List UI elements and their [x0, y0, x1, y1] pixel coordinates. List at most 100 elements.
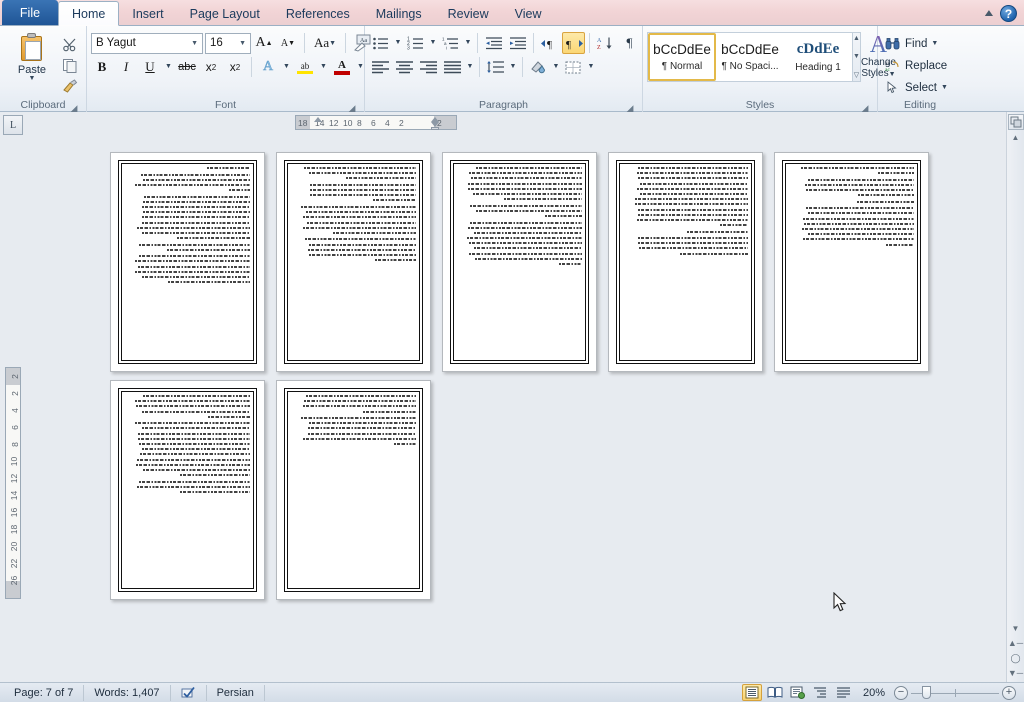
tab-review[interactable]: Review	[435, 3, 502, 25]
align-center-button[interactable]	[393, 56, 416, 78]
language-indicator[interactable]: Persian	[207, 684, 265, 701]
multilevel-list-button[interactable]: 1ai	[439, 32, 462, 54]
document-canvas[interactable]	[25, 134, 1006, 682]
bullets-dropdown[interactable]: ▼	[393, 32, 403, 54]
justify-dropdown[interactable]: ▼	[465, 56, 475, 78]
align-left-button[interactable]	[369, 56, 392, 78]
line-spacing-button[interactable]	[484, 56, 507, 78]
font-color-button[interactable]: A	[331, 56, 353, 78]
tab-page-layout[interactable]: Page Layout	[177, 3, 273, 25]
highlight-dropdown[interactable]: ▼	[318, 56, 329, 78]
chevron-down-icon[interactable]: ▼	[430, 39, 437, 46]
web-layout-view-button[interactable]	[788, 684, 808, 701]
vertical-ruler[interactable]: 2 2 4 6 8 10 12 14 16 18 20 22 26	[5, 367, 21, 599]
page-indicator[interactable]: Page: 7 of 7	[4, 684, 85, 701]
horizontal-ruler[interactable]: 18 14 12 10 8 6 4 2 2	[295, 115, 457, 130]
page-thumbnail[interactable]	[276, 152, 431, 372]
scroll-down-icon[interactable]: ▼	[853, 53, 860, 60]
multilevel-dropdown[interactable]: ▼	[463, 32, 473, 54]
numbering-button[interactable]: 123	[404, 32, 427, 54]
scroll-track[interactable]	[1008, 145, 1024, 621]
chevron-down-icon[interactable]: ▼	[510, 63, 517, 70]
chevron-down-icon[interactable]: ▼	[465, 39, 472, 46]
zoom-out-button[interactable]: −	[894, 685, 908, 700]
italic-button[interactable]: I	[115, 56, 137, 78]
superscript-button[interactable]: x2	[224, 56, 246, 78]
styles-dialog-launcher-icon[interactable]: ◢	[860, 101, 870, 113]
show-formatting-marks-button[interactable]: ¶	[618, 32, 641, 54]
style-normal[interactable]: bCcDdEe ¶ Normal	[648, 33, 716, 81]
copy-icon[interactable]	[60, 56, 80, 74]
change-case-button[interactable]: Aa ▼	[310, 32, 340, 54]
tab-references[interactable]: References	[273, 3, 363, 25]
chevron-down-icon[interactable]: ▼	[395, 39, 402, 46]
zoom-in-button[interactable]: +	[1002, 685, 1016, 700]
find-button[interactable]: Find ▼	[882, 33, 938, 54]
first-line-indent-marker[interactable]	[314, 117, 322, 122]
tab-insert[interactable]: Insert	[119, 3, 176, 25]
chevron-down-icon[interactable]: ▼	[941, 84, 948, 91]
page-thumbnail[interactable]	[442, 152, 597, 372]
align-right-button[interactable]	[417, 56, 440, 78]
draft-view-button[interactable]	[834, 684, 854, 701]
numbering-dropdown[interactable]: ▼	[428, 32, 438, 54]
clipboard-dialog-launcher-icon[interactable]: ◢	[69, 101, 79, 113]
tab-file[interactable]: File	[2, 0, 58, 25]
chevron-down-icon[interactable]: ▼	[283, 63, 290, 70]
scroll-up-icon[interactable]: ▲	[853, 35, 860, 42]
more-styles-icon[interactable]: ▽	[854, 71, 859, 79]
paste-button[interactable]: Paste ▼	[4, 31, 60, 82]
zoom-slider[interactable]	[911, 686, 999, 700]
tab-home[interactable]: Home	[58, 1, 120, 26]
underline-button[interactable]: U	[139, 56, 161, 78]
scissors-icon[interactable]	[60, 35, 80, 53]
increase-indent-button[interactable]	[506, 32, 529, 54]
left-indent-box[interactable]	[431, 127, 439, 130]
font-dialog-launcher-icon[interactable]: ◢	[347, 101, 357, 113]
underline-dropdown[interactable]: ▼	[163, 56, 174, 78]
sort-button[interactable]: AZ	[594, 32, 617, 54]
chevron-down-icon[interactable]: ▼	[553, 63, 560, 70]
chevron-down-icon[interactable]: ▼	[187, 40, 202, 47]
full-screen-reading-view-button[interactable]	[765, 684, 785, 701]
next-page-icon[interactable]: ▼─	[1008, 666, 1024, 680]
paintbrush-icon[interactable]	[60, 77, 80, 95]
chevron-down-icon[interactable]: ▼	[588, 63, 595, 70]
select-button[interactable]: Select ▼	[882, 77, 948, 98]
decrease-indent-button[interactable]	[482, 32, 505, 54]
shading-button[interactable]	[527, 56, 550, 78]
style-heading-1[interactable]: cDdEe Heading 1	[784, 33, 852, 81]
shrink-font-button[interactable]: A ▼	[277, 32, 299, 54]
page-thumbnail[interactable]	[608, 152, 763, 372]
word-count[interactable]: Words: 1,407	[84, 684, 171, 701]
chevron-down-icon[interactable]: ▼	[329, 40, 336, 47]
tab-mailings[interactable]: Mailings	[363, 3, 435, 25]
scroll-up-arrow[interactable]: ▲	[1008, 130, 1024, 145]
chevron-up-icon[interactable]: ▲	[982, 8, 996, 19]
zoom-slider-thumb[interactable]	[922, 686, 932, 699]
style-no-spacing[interactable]: bCcDdEe ¶ No Spaci...	[716, 33, 784, 81]
zoom-level[interactable]: 20%	[857, 687, 891, 699]
outline-view-button[interactable]	[811, 684, 831, 701]
grow-font-button[interactable]: A ▲	[253, 32, 275, 54]
chevron-down-icon[interactable]: ▼	[357, 63, 364, 70]
chevron-down-icon[interactable]: ▼	[931, 40, 938, 47]
text-effects-button[interactable]: A	[257, 56, 279, 78]
bullets-button[interactable]	[369, 32, 392, 54]
font-size-input[interactable]: 16 ▼	[205, 32, 251, 54]
chevron-down-icon[interactable]: ▼	[320, 63, 327, 70]
chevron-down-icon[interactable]: ▼	[165, 63, 172, 70]
split-window-icon[interactable]	[1007, 114, 1024, 130]
help-icon[interactable]: ?	[1000, 5, 1017, 22]
select-browse-object-icon[interactable]: ◯	[1008, 651, 1024, 665]
previous-page-icon[interactable]: ▲─	[1008, 636, 1024, 650]
page-thumbnail[interactable]	[110, 152, 265, 372]
chevron-down-icon[interactable]: ▼	[467, 63, 474, 70]
borders-button[interactable]	[562, 56, 585, 78]
bold-button[interactable]: B	[91, 56, 113, 78]
shading-dropdown[interactable]: ▼	[551, 56, 561, 78]
chevron-down-icon[interactable]: ▼	[29, 75, 36, 82]
page-thumbnail[interactable]	[276, 380, 431, 600]
tab-stop-selector[interactable]: L	[3, 115, 23, 135]
chevron-down-icon[interactable]: ▼	[235, 40, 250, 47]
